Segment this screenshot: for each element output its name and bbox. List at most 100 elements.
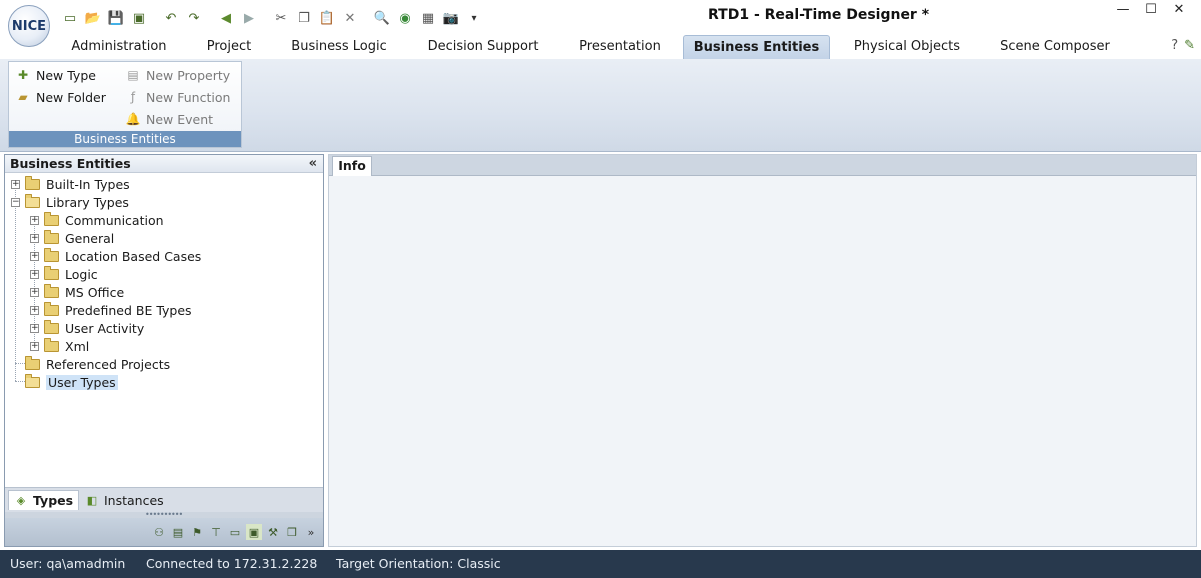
collapse-icon[interactable]: − [11,197,20,207]
help-toolbar: ? ✎ [1171,38,1195,53]
save-all-icon[interactable]: ▣ [129,8,149,28]
new-type-icon: ✚ [17,68,29,82]
tab-project[interactable]: Project [190,35,268,59]
forward-icon[interactable]: ▶ [239,8,259,28]
grip-icon: •••••••••• [145,510,183,519]
new-folder-icon: ▰ [18,90,28,104]
folder-icon [44,301,59,316]
new-function-button[interactable]: ƒ New Function [125,87,231,107]
quick-access-toolbar: ▭ 📂 💾 ▣ ↶ ↷ ◀ ▶ ✂ ❐ 📋 ✕ 🔍 ◉ ▦ 📷 ▾ [60,8,484,28]
tree-node-communication[interactable]: + Communication [30,211,164,229]
entity-icon[interactable]: ▣ [246,524,262,540]
new-property-button[interactable]: ▤ New Property [125,65,230,85]
customize-icon[interactable]: ▾ [464,8,484,28]
build-icon[interactable]: ▦ [418,8,438,28]
new-event-button[interactable]: 🔔 New Event [125,109,214,129]
folder-icon [44,319,59,334]
expand-icon[interactable]: + [30,287,39,297]
tree-node-ms-office[interactable]: + MS Office [30,283,124,301]
open-folder-icon [25,373,40,388]
back-icon[interactable]: ◀ [216,8,236,28]
paste-icon[interactable]: 📋 [317,8,337,28]
app-logo[interactable]: NICE [8,5,50,47]
copy-icon[interactable]: ❐ [294,8,314,28]
cut-icon[interactable]: ✂ [271,8,291,28]
tree-node-general[interactable]: + General [30,229,114,247]
undo-icon[interactable]: ↶ [161,8,181,28]
folder-icon [44,229,59,244]
tree-node-xml[interactable]: + Xml [30,337,89,355]
types-icon: ◈ [16,494,26,507]
monitor-icon[interactable]: ▭ [227,524,243,540]
document-icon[interactable]: ▤ [170,524,186,540]
tab-presentation[interactable]: Presentation [568,35,672,59]
expand-icon[interactable]: + [30,269,39,279]
new-type-button[interactable]: ✚ New Type [15,65,96,85]
minimize-icon[interactable]: — [1109,0,1137,18]
sign-icon[interactable]: ⊤ [208,524,224,540]
new-function-icon: ƒ [130,90,136,104]
folder-icon [44,265,59,280]
tab-scene-composer[interactable]: Scene Composer [990,35,1120,59]
flag-icon[interactable]: ⚑ [189,524,205,540]
folder-icon [44,283,59,298]
ribbon-panel: ✚ New Type ▰ New Folder ▤ New Property ƒ… [0,59,1201,152]
new-event-icon: 🔔 [125,112,141,126]
open-folder-icon [25,193,40,208]
status-orientation: Target Orientation: Classic [336,556,501,571]
folder-icon [44,211,59,226]
ribbon-group-label: Business Entities [9,131,241,147]
tree-node-user-types[interactable]: User Types [11,373,118,391]
window-title: RTD1 - Real-Time Designer * [708,7,930,23]
run-icon[interactable]: ◉ [395,8,415,28]
panel-header: Business Entities « [5,155,323,173]
tools-icon[interactable]: ⚒ [265,524,281,540]
expand-icon[interactable]: + [11,179,20,189]
tab-decision-support[interactable]: Decision Support [420,35,546,59]
find-icon[interactable]: 🔍 [372,8,392,28]
tab-info[interactable]: Info [332,156,372,176]
delete-icon[interactable]: ✕ [340,8,360,28]
expand-icon[interactable]: + [30,305,39,315]
ribbon-tab-bar: Administration Project Business Logic De… [0,35,1201,59]
more-icon[interactable]: » [303,524,319,540]
tree-node-location-based-cases[interactable]: + Location Based Cases [30,247,201,265]
tree-node-referenced-projects[interactable]: Referenced Projects [11,355,170,373]
users-icon[interactable]: ⚇ [151,524,167,540]
tree-node-user-activity[interactable]: + User Activity [30,319,144,337]
folder-icon [44,337,59,352]
tab-business-entities[interactable]: Business Entities [683,35,830,59]
expand-icon[interactable]: + [30,341,39,351]
camera-icon[interactable]: 📷 [441,8,461,28]
new-folder-button[interactable]: ▰ New Folder [15,87,106,107]
expand-icon[interactable]: + [30,251,39,261]
tab-types[interactable]: ◈ Types [8,490,80,510]
save-icon[interactable]: 💾 [106,8,126,28]
expand-icon[interactable]: + [30,323,39,333]
tab-physical-objects[interactable]: Physical Objects [845,35,969,59]
redo-icon[interactable]: ↷ [184,8,204,28]
maximize-icon[interactable]: ☐ [1137,0,1165,18]
info-tab-strip: Info [329,155,1196,176]
tree-node-built-in-types[interactable]: + Built-In Types [11,175,130,193]
instances-icon: ◧ [86,493,98,507]
layers-icon[interactable]: ❒ [284,524,300,540]
tools-icon[interactable]: ✎ [1184,38,1195,53]
info-panel: Info [328,154,1197,547]
folder-icon [25,355,40,370]
help-icon[interactable]: ? [1171,38,1178,53]
ribbon-group-business-entities: ✚ New Type ▰ New Folder ▤ New Property ƒ… [8,61,242,148]
collapse-panel-button[interactable]: « [309,155,317,173]
close-icon[interactable]: ✕ [1165,0,1193,18]
tab-instances[interactable]: ◧ Instances [80,490,169,510]
expand-icon[interactable]: + [30,215,39,225]
folder-icon [44,247,59,262]
new-icon[interactable]: ▭ [60,8,80,28]
tree-node-logic[interactable]: + Logic [30,265,98,283]
tab-administration[interactable]: Administration [64,35,174,59]
tab-business-logic[interactable]: Business Logic [282,35,396,59]
open-icon[interactable]: 📂 [83,8,103,28]
tree-node-library-types[interactable]: − Library Types [11,193,129,211]
expand-icon[interactable]: + [30,233,39,243]
tree-node-predefined-be-types[interactable]: + Predefined BE Types [30,301,192,319]
